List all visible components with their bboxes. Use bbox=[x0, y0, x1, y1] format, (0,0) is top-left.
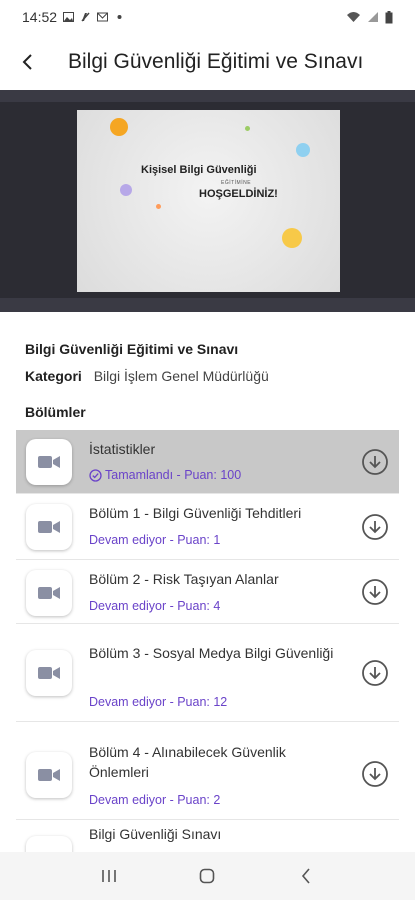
list-item[interactable]: İstatistikler Tamamlandı - Puan: 100 bbox=[16, 430, 399, 494]
signal-icon bbox=[368, 12, 378, 22]
category-value: Bilgi İşlem Genel Müdürlüğü bbox=[93, 368, 269, 384]
video-thumbnail bbox=[26, 504, 72, 550]
page-title: Bilgi Güvenliği Eğitimi ve Sınavı bbox=[68, 50, 364, 73]
image-icon bbox=[63, 12, 75, 22]
list-item[interactable]: Bölüm 3 - Sosyal Medya Bilgi Güvenliği D… bbox=[16, 624, 399, 722]
emoji-yellow-icon bbox=[282, 228, 302, 248]
no-sound-icon bbox=[81, 12, 90, 22]
section-status: Devam ediyor - Puan: 4 bbox=[89, 599, 220, 613]
wifi-icon bbox=[347, 12, 360, 22]
category-row: Kategori Bilgi İşlem Genel Müdürlüğü bbox=[25, 368, 269, 384]
back-icon bbox=[301, 868, 310, 884]
video-player[interactable]: Kişisel Bilgi Güvenliği EĞİTİMİNE HOŞGEL… bbox=[0, 90, 415, 312]
battery-icon bbox=[385, 10, 393, 23]
mail-icon bbox=[97, 12, 109, 22]
navigation-bar bbox=[0, 852, 415, 900]
system-back-button[interactable] bbox=[286, 856, 326, 896]
section-status-text: Devam ediyor - Puan: 1 bbox=[89, 533, 221, 547]
section-title: İstatistikler bbox=[89, 441, 156, 457]
video-camera-icon bbox=[38, 521, 60, 533]
section-status-text: Devam ediyor - Puan: 12 bbox=[89, 695, 228, 709]
video-camera-icon bbox=[38, 769, 60, 781]
check-circle-icon bbox=[89, 468, 102, 482]
section-status: Tamamlandı - Puan: 100 bbox=[89, 468, 241, 482]
video-camera-icon bbox=[38, 587, 60, 599]
video-thumbnail bbox=[26, 570, 72, 616]
home-icon bbox=[200, 868, 215, 884]
section-status-text: Tamamlandı - Puan: 100 bbox=[105, 468, 242, 482]
section-title: Bölüm 1 - Bilgi Güvenliği Tehditleri bbox=[89, 505, 302, 521]
status-time: 14:52 bbox=[22, 9, 58, 25]
video-camera-icon bbox=[38, 667, 60, 679]
section-title: Bölüm 2 - Risk Taşıyan Alanlar bbox=[89, 571, 279, 587]
sections-heading: Bölümler bbox=[25, 404, 86, 420]
slide-subheading: EĞİTİMİNE bbox=[221, 180, 252, 186]
course-title: Bilgi Güvenliği Eğitimi ve Sınavı bbox=[25, 341, 239, 357]
download-icon[interactable] bbox=[361, 448, 389, 476]
emoji-orange-icon bbox=[110, 118, 128, 136]
section-title: Bölüm 4 - Alınabilecek Güvenlik Önlemler… bbox=[89, 744, 286, 780]
dot-orange-icon bbox=[156, 204, 161, 209]
video-thumbnail bbox=[26, 650, 72, 696]
section-title: Bilgi Güvenliği Sınavı bbox=[89, 826, 222, 842]
recent-apps-icon bbox=[102, 870, 116, 882]
emoji-purple-icon bbox=[120, 184, 132, 196]
dot-icon bbox=[117, 15, 122, 19]
video-bottom-band bbox=[0, 298, 415, 312]
back-arrow-icon bbox=[22, 54, 32, 70]
status-bar: 14:52 bbox=[0, 0, 415, 34]
recent-apps-button[interactable] bbox=[89, 856, 129, 896]
download-icon[interactable] bbox=[361, 578, 389, 606]
home-button[interactable] bbox=[187, 856, 227, 896]
section-status: Devam ediyor - Puan: 2 bbox=[89, 793, 220, 807]
status-right bbox=[346, 10, 393, 24]
slide-welcome: HOŞGELDİNİZ! bbox=[199, 188, 278, 200]
list-item[interactable]: Bölüm 2 - Risk Taşıyan Alanlar Devam edi… bbox=[16, 560, 399, 624]
section-status-text: Devam ediyor - Puan: 4 bbox=[89, 599, 221, 613]
section-status-text: Devam ediyor - Puan: 2 bbox=[89, 793, 221, 807]
list-item[interactable]: Bölüm 4 - Alınabilecek Güvenlik Önlemler… bbox=[16, 722, 399, 820]
back-button[interactable] bbox=[0, 34, 56, 90]
app-bar: Bilgi Güvenliği Eğitimi ve Sınavı bbox=[0, 34, 415, 90]
video-top-band bbox=[0, 90, 415, 102]
slide-heading: Kişisel Bilgi Güvenliği bbox=[141, 164, 257, 176]
video-thumbnail bbox=[26, 752, 72, 798]
download-icon[interactable] bbox=[361, 760, 389, 788]
download-icon[interactable] bbox=[361, 659, 389, 687]
category-label: Kategori bbox=[25, 368, 82, 384]
video-thumbnail bbox=[26, 439, 72, 485]
list-item[interactable]: Bölüm 1 - Bilgi Güvenliği Tehditleri Dev… bbox=[16, 494, 399, 560]
status-left: 14:52 bbox=[22, 9, 125, 25]
dot-green-icon bbox=[245, 126, 250, 131]
emoji-blue-icon bbox=[296, 143, 310, 157]
video-slide: Kişisel Bilgi Güvenliği EĞİTİMİNE HOŞGEL… bbox=[77, 110, 340, 292]
section-title: Bölüm 3 - Sosyal Medya Bilgi Güvenliği bbox=[89, 645, 334, 661]
download-icon[interactable] bbox=[361, 513, 389, 541]
section-status: Devam ediyor - Puan: 1 bbox=[89, 533, 220, 547]
video-camera-icon bbox=[38, 456, 60, 468]
section-status: Devam ediyor - Puan: 12 bbox=[89, 695, 227, 709]
